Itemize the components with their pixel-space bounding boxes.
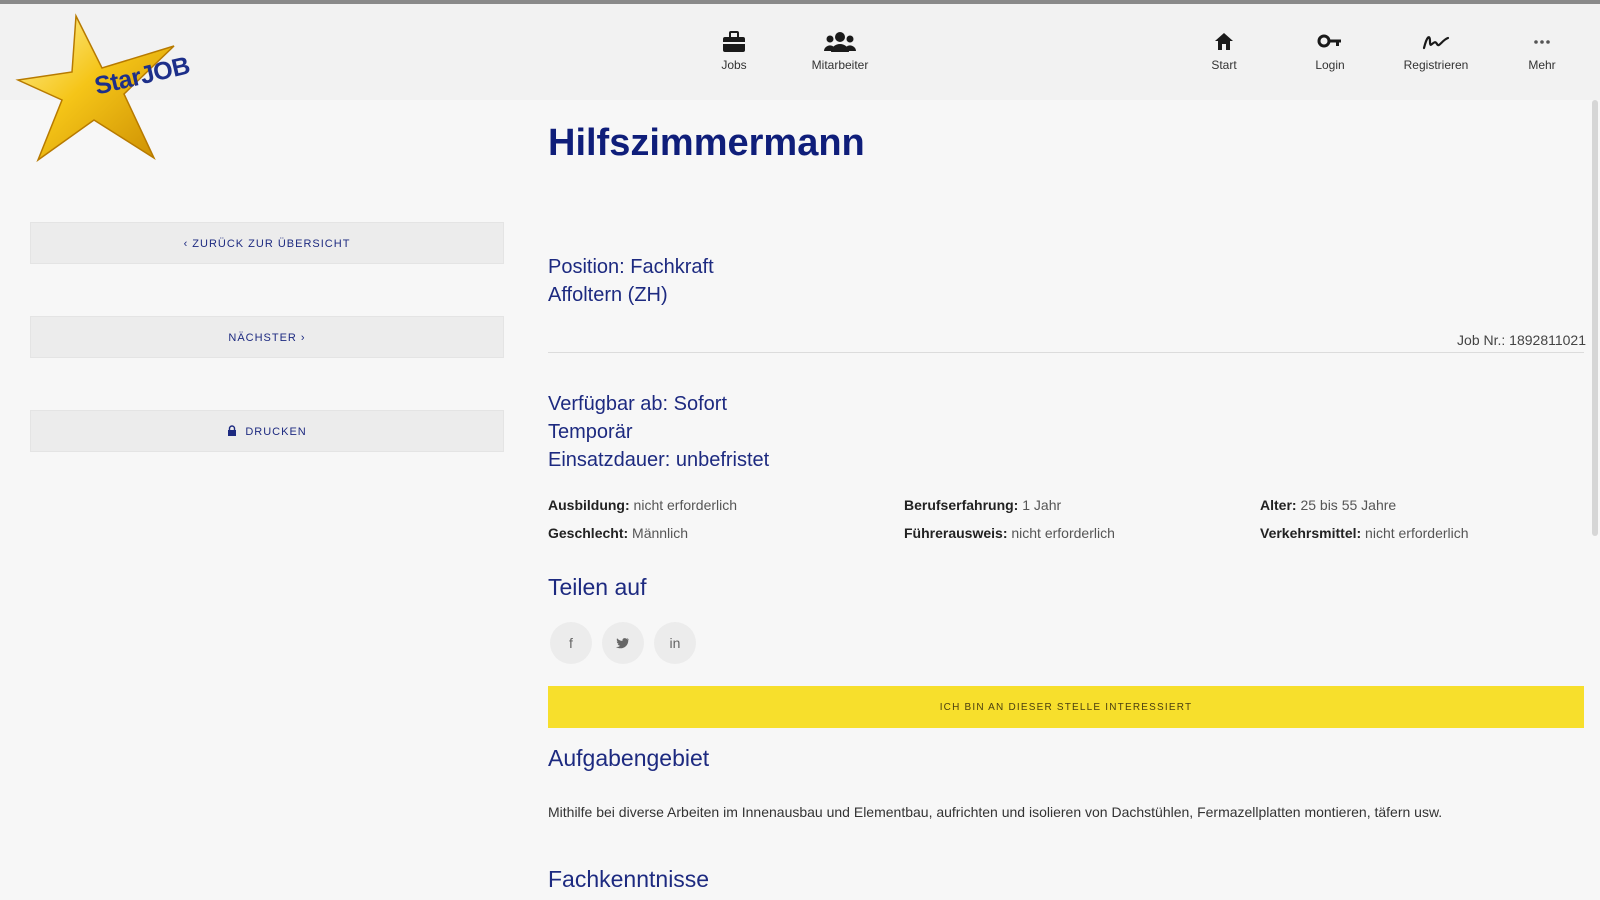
- briefcase-icon: [723, 31, 745, 52]
- nav-registrieren-label: Registrieren: [1403, 58, 1469, 72]
- key-icon: [1317, 34, 1341, 48]
- tasks-title: Aufgabengebiet: [548, 745, 710, 771]
- skills-title: Fachkenntnisse: [548, 866, 710, 892]
- divider: [548, 352, 1584, 353]
- job-title: Hilfszimmermann: [548, 122, 865, 164]
- prop-label: Berufserfahrung:: [904, 497, 1019, 513]
- signature-icon: [1422, 36, 1450, 50]
- nav-mitarbeiter-label: Mitarbeiter: [811, 58, 869, 72]
- print-label: Drucken: [245, 426, 307, 438]
- job-location: Affoltern (ZH): [548, 284, 668, 306]
- job-duration: Einsatzdauer: unbefristet: [548, 449, 770, 471]
- prop-value: nicht erforderlich: [1007, 525, 1115, 541]
- prop-ausbildung: Ausbildung: nicht erforderlich: [548, 497, 737, 513]
- share-twitter-button[interactable]: [602, 622, 644, 664]
- nav-login[interactable]: Login: [1280, 30, 1380, 72]
- prop-value: 25 bis 55 Jahre: [1296, 497, 1397, 513]
- prop-label: Ausbildung:: [548, 497, 630, 513]
- scrollbar-thumb[interactable]: [1592, 100, 1598, 536]
- prop-value: Männlich: [628, 525, 689, 541]
- lock-icon: [228, 425, 237, 436]
- nav-jobs-label: Jobs: [721, 58, 747, 72]
- prop-value: 1 Jahr: [1018, 497, 1062, 513]
- more-icon: [1534, 40, 1550, 44]
- prop-value: nicht erforderlich: [1361, 525, 1469, 541]
- back-to-overview-button[interactable]: ‹ Zurück zur Übersicht: [30, 222, 504, 264]
- nav-registrieren[interactable]: Registrieren: [1386, 30, 1486, 72]
- share-linkedin-button[interactable]: in: [654, 622, 696, 664]
- nav-jobs[interactable]: Jobs: [684, 30, 784, 72]
- prop-label: Verkehrsmittel:: [1260, 525, 1362, 541]
- nav-start-label: Start: [1211, 58, 1237, 72]
- linkedin-icon: in: [669, 635, 681, 651]
- share-title: Teilen auf: [548, 574, 647, 600]
- back-to-overview-label: ‹ Zurück zur Übersicht: [183, 238, 351, 250]
- job-available: Verfügbar ab: Sofort: [548, 393, 728, 415]
- prop-fuehrerausweis: Führerausweis: nicht erforderlich: [904, 525, 1115, 541]
- header-bar: Jobs Mitarbeiter Start Login Registriere…: [0, 4, 1600, 100]
- share-facebook-button[interactable]: f: [550, 622, 592, 664]
- prop-label: Führerausweis:: [904, 525, 1008, 541]
- interest-button[interactable]: Ich bin an dieser Stelle interessiert: [548, 686, 1584, 728]
- users-icon: [824, 32, 856, 52]
- prop-value: nicht erforderlich: [629, 497, 738, 513]
- prop-geschlecht: Geschlecht: Männlich: [548, 525, 688, 541]
- home-icon: [1215, 33, 1233, 50]
- starjob-logo[interactable]: StarJOB: [14, 10, 194, 170]
- facebook-icon: f: [569, 635, 573, 651]
- prop-label: Geschlecht:: [548, 525, 629, 541]
- prop-label: Alter:: [1260, 497, 1297, 513]
- next-job-label: Nächster ›: [228, 332, 306, 344]
- prop-berufserfahrung: Berufserfahrung: 1 Jahr: [904, 497, 1061, 513]
- tasks-text: Mithilfe bei diverse Arbeiten im Innenau…: [548, 804, 1443, 820]
- nav-mehr[interactable]: Mehr: [1492, 30, 1592, 72]
- twitter-icon: [616, 638, 629, 649]
- nav-login-label: Login: [1315, 58, 1345, 72]
- nav-mehr-label: Mehr: [1528, 58, 1556, 72]
- print-button[interactable]: Drucken: [30, 410, 504, 452]
- prop-verkehrsmittel: Verkehrsmittel: nicht erforderlich: [1260, 525, 1469, 541]
- job-number: Job Nr.: 1892811021: [1457, 332, 1586, 348]
- nav-start[interactable]: Start: [1174, 30, 1274, 72]
- prop-alter: Alter: 25 bis 55 Jahre: [1260, 497, 1396, 513]
- job-position: Position: Fachkraft: [548, 256, 714, 278]
- nav-mitarbeiter[interactable]: Mitarbeiter: [790, 30, 890, 72]
- job-type: Temporär: [548, 421, 633, 443]
- next-job-button[interactable]: Nächster ›: [30, 316, 504, 358]
